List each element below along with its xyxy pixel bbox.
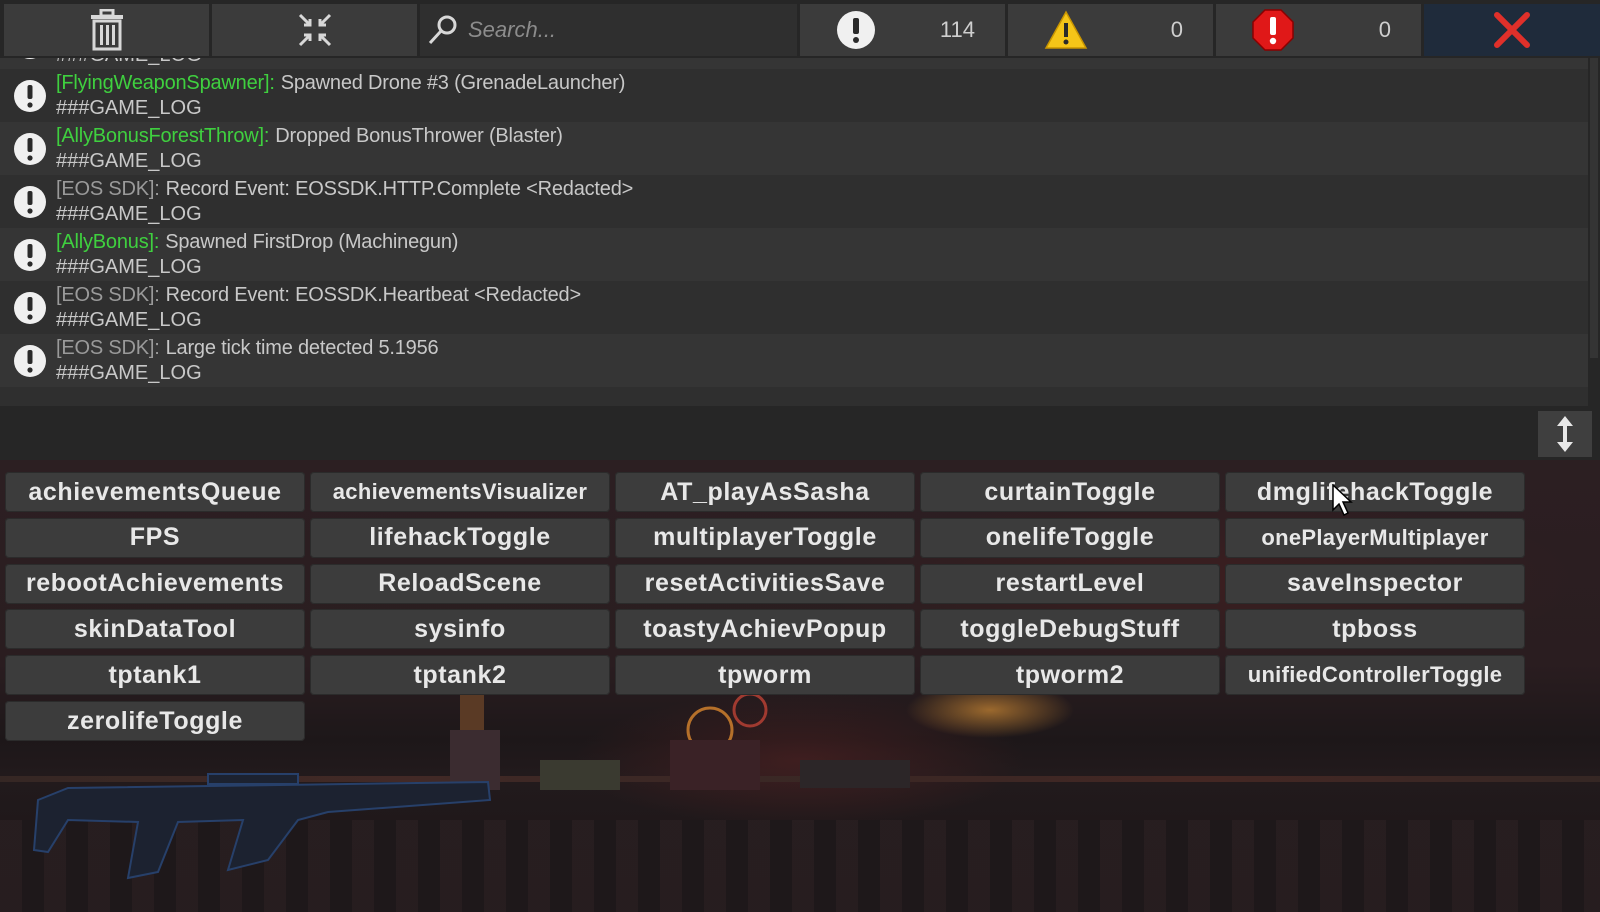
command-button[interactable]: FPS <box>5 517 305 558</box>
info-icon <box>14 239 46 271</box>
log-message: Large tick time detected 5.1956 <box>165 337 439 359</box>
resize-vertical-icon <box>1557 416 1573 452</box>
command-button[interactable]: toggleDebugStuff <box>920 609 1220 650</box>
log-source-tag: [EOS SDK]: <box>56 178 160 200</box>
log-entry[interactable]: [EOS SDK]: Large tick time detected 5.195… <box>0 334 1588 387</box>
mouse-cursor-icon <box>1332 484 1353 517</box>
command-button[interactable]: tptank1 <box>5 655 305 696</box>
command-button[interactable]: onelifeToggle <box>920 517 1220 558</box>
log-message-line: [EOS SDK]: Record Event: EOSSDK.HTTP.Comp… <box>56 178 633 201</box>
command-button[interactable]: onePlayerMultiplayer <box>1225 517 1525 558</box>
log-message: Spawned Drone #3 (GrenadeLauncher) <box>280 72 626 94</box>
collapse-button[interactable] <box>212 4 417 56</box>
log-entry[interactable]: [AllyBonus]: Spawned FirstDrop (Machinegu… <box>0 228 1588 281</box>
command-button[interactable]: AT_playAsSasha <box>615 472 915 512</box>
command-button[interactable]: achievementsVisualizer <box>310 472 610 512</box>
resize-handle[interactable] <box>1538 411 1592 457</box>
command-button[interactable]: skinDataTool <box>5 609 305 650</box>
log-message-line: [FlyingWeaponSpawner]: Spawned Drone #3 (… <box>56 72 625 95</box>
collapse-icon <box>298 13 331 47</box>
log-category: ###GAME_LOG <box>56 97 202 119</box>
error-count: 0 <box>1378 17 1391 42</box>
log-message: Dropped BonusThrower (Blaster) <box>275 125 563 147</box>
log-category: ###GAME_LOG <box>56 362 202 384</box>
command-button[interactable]: curtainToggle <box>920 472 1220 512</box>
log-category: ###GAME_LOG <box>56 256 202 278</box>
error-icon <box>1252 9 1294 51</box>
command-button[interactable]: lifehackToggle <box>310 517 610 558</box>
log-message: Spawned FirstDrop (Machinegun) <box>165 231 459 253</box>
warning-count: 0 <box>1170 17 1183 42</box>
log-category: ###GAME_LOG <box>56 150 202 172</box>
search-input[interactable] <box>466 16 770 44</box>
command-button[interactable]: saveInspector <box>1225 563 1525 604</box>
command-button[interactable]: restartLevel <box>920 563 1220 604</box>
trash-icon <box>90 9 123 51</box>
command-button[interactable]: tptank2 <box>310 655 610 696</box>
log-entry[interactable]: [FlyingWeaponSpawner]: Spawned Drone #3 (… <box>0 69 1588 122</box>
log-entry[interactable]: [EOS SDK]: Record Event: EOSSDK.HTTP.Comp… <box>0 175 1588 228</box>
log-panel[interactable]: ###GAME_LOG[FlyingWeaponSpawner]:Spawned… <box>0 58 1600 406</box>
clear-log-button[interactable] <box>4 4 209 56</box>
log-source-tag: [EOS SDK]: <box>56 337 160 359</box>
info-icon <box>24 58 36 59</box>
console-toolbar: 114 0 0 <box>0 0 1600 58</box>
log-entry[interactable]: ###GAME_LOG <box>0 58 1588 69</box>
resize-bar <box>0 406 1600 460</box>
info-icon <box>14 133 46 165</box>
info-icon <box>14 80 46 112</box>
scrollbar-thumb[interactable] <box>1590 58 1598 358</box>
warning-filter-button[interactable]: 0 <box>1008 4 1213 56</box>
log-scrollbar[interactable] <box>1588 58 1600 406</box>
log-source-tag: [AllyBonusForestThrow]: <box>56 125 270 147</box>
info-icon <box>837 11 875 49</box>
log-category: ###GAME_LOG <box>56 309 202 331</box>
log-message-line: [AllyBonusForestThrow]: Dropped BonusThro… <box>56 125 563 148</box>
log-message-line: [AllyBonus]: Spawned FirstDrop (Machinegu… <box>56 231 458 254</box>
command-button[interactable]: sysinfo <box>310 609 610 650</box>
command-button[interactable]: dmglifehackToggle <box>1225 472 1525 512</box>
command-button[interactable]: toastyAchievPopup <box>615 609 915 650</box>
log-source-tag: [EOS SDK]: <box>56 284 160 306</box>
error-filter-button[interactable]: 0 <box>1216 4 1421 56</box>
command-button[interactable]: rebootAchievements <box>5 563 305 604</box>
log-category: ###GAME_LOG <box>56 58 202 67</box>
command-button[interactable]: tpboss <box>1225 609 1525 650</box>
command-button[interactable]: ReloadScene <box>310 563 610 604</box>
info-count: 114 <box>939 17 975 42</box>
info-filter-button[interactable]: 114 <box>800 4 1005 56</box>
log-category: ###GAME_LOG <box>56 203 202 225</box>
weapon-icon <box>32 773 492 880</box>
command-button[interactable]: unifiedControllerToggle <box>1225 655 1525 696</box>
log-entry[interactable]: [AllyBonusForestThrow]: Dropped BonusThro… <box>0 122 1588 175</box>
game-characters <box>450 690 910 790</box>
command-button[interactable]: tpworm <box>615 655 915 696</box>
log-source-tag: [FlyingWeaponSpawner]: <box>56 72 275 94</box>
close-button[interactable] <box>1424 4 1600 56</box>
log-message-line: [EOS SDK]: Large tick time detected 5.195… <box>56 337 439 360</box>
log-entry[interactable]: [EOS SDK]: Record Event: EOSSDK.Heartbeat… <box>0 281 1588 334</box>
command-button[interactable]: resetActivitiesSave <box>615 563 915 604</box>
close-icon <box>1494 12 1530 48</box>
command-button[interactable]: zerolifeToggle <box>5 701 305 741</box>
search-icon <box>428 15 457 45</box>
log-message-line: [EOS SDK]: Record Event: EOSSDK.Heartbeat… <box>56 284 581 307</box>
log-message: Record Event: EOSSDK.Heartbeat <Redacted… <box>165 284 582 306</box>
command-button[interactable]: multiplayerToggle <box>615 517 915 558</box>
search-box[interactable] <box>420 4 797 56</box>
command-button[interactable]: tpworm2 <box>920 655 1220 696</box>
log-source-tag: [AllyBonus]: <box>56 231 160 253</box>
info-icon <box>14 186 46 218</box>
info-icon <box>14 345 46 377</box>
warning-icon <box>1044 10 1088 49</box>
info-icon <box>14 292 46 324</box>
command-button[interactable]: achievementsQueue <box>5 472 305 512</box>
log-message: Record Event: EOSSDK.HTTP.Complete <Reda… <box>165 178 634 200</box>
